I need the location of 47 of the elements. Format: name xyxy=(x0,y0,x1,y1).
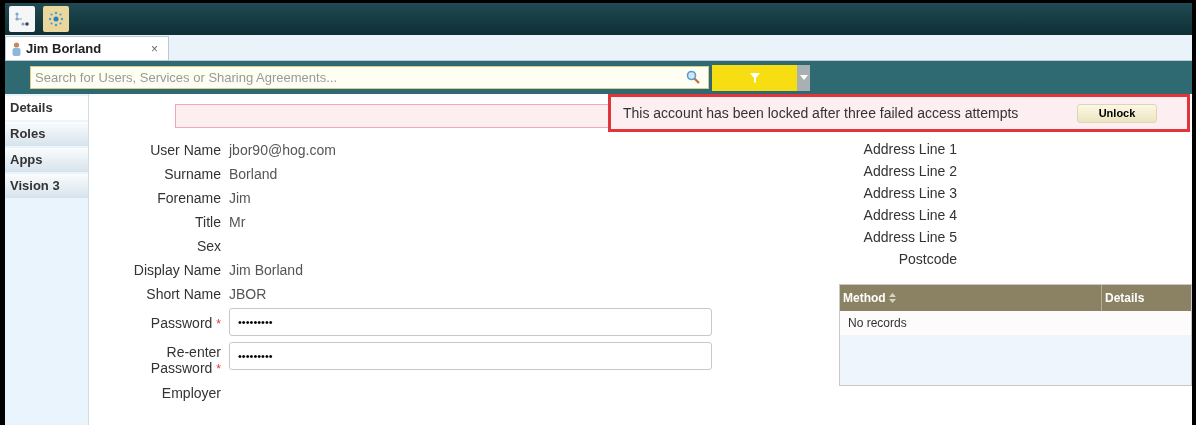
unlock-button[interactable]: Unlock xyxy=(1077,103,1157,123)
field-value: Borland xyxy=(229,165,279,184)
hub-app-button[interactable] xyxy=(43,6,69,32)
password-field[interactable]: ••••••••• xyxy=(229,342,712,370)
field-value: Mr xyxy=(229,213,247,232)
side-tab[interactable]: Vision 3 xyxy=(5,174,88,198)
field-label: Address Line 1 xyxy=(862,140,957,159)
person-icon xyxy=(12,41,21,56)
network-app-button[interactable] xyxy=(9,6,35,32)
field-value: jbor90@hog.com xyxy=(229,141,337,160)
field-label: Display Name xyxy=(133,261,221,280)
field-label: User Name xyxy=(150,141,221,160)
sort-icon xyxy=(888,293,896,303)
caret-icon xyxy=(799,75,808,80)
field-label: Sex xyxy=(196,237,221,256)
field-label: Surname xyxy=(164,165,221,184)
field-label: Address Line 3 xyxy=(862,184,957,203)
search-icon xyxy=(686,70,700,84)
side-tab[interactable]: Apps xyxy=(5,148,88,172)
funnel-icon xyxy=(748,71,761,84)
dot-cluster-icon xyxy=(48,11,64,27)
field-label: Short Name xyxy=(146,285,221,304)
field-label: Employer xyxy=(161,384,221,403)
search-field[interactable]: Search for Users, Services or Sharing Agreements... xyxy=(30,66,709,89)
field-value: Jim Borland xyxy=(229,261,304,280)
field-label: Re-enter Password * xyxy=(149,343,221,378)
field-label: Address Line 4 xyxy=(862,206,957,225)
field-label: Address Line 2 xyxy=(862,162,957,181)
locked-message: This account has been locked after three failed access attempts xyxy=(623,105,1019,121)
dropdown-button[interactable] xyxy=(797,64,810,91)
tab-label: Jim Borland xyxy=(26,41,102,56)
column-header[interactable]: Details xyxy=(1102,285,1145,311)
field-label: Forename xyxy=(157,189,221,208)
node-graph-icon xyxy=(14,11,30,27)
field-value: Jim xyxy=(229,189,252,208)
empty-message: No records xyxy=(840,311,1191,335)
user-tab[interactable]: Jim Borland × xyxy=(5,36,169,60)
field-label: Address Line 5 xyxy=(862,228,957,247)
close-icon[interactable]: × xyxy=(151,41,158,56)
field-value: JBOR xyxy=(229,285,268,304)
field-label: Password * xyxy=(150,313,221,333)
side-tab[interactable]: Details xyxy=(5,96,88,120)
field-label: Postcode xyxy=(897,250,957,269)
filter-button[interactable] xyxy=(712,64,797,91)
password-field[interactable]: ••••••••• xyxy=(229,308,712,336)
field-label: Title xyxy=(195,213,221,232)
side-tab[interactable]: Roles xyxy=(5,122,88,146)
